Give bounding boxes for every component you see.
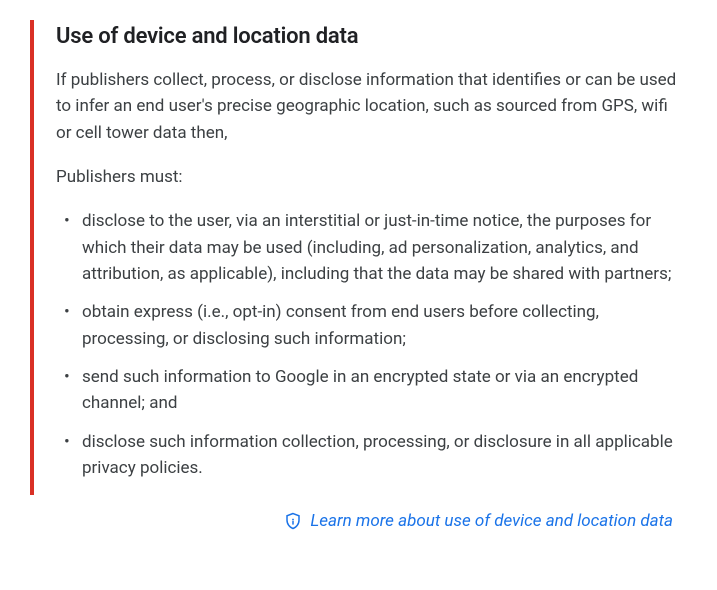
list-item: obtain express (i.e., opt-in) consent fr… <box>62 299 677 352</box>
learn-more-row: Learn more about use of device and locat… <box>30 511 677 531</box>
learn-more-link[interactable]: Learn more about use of device and locat… <box>310 511 673 531</box>
list-item: send such information to Google in an en… <box>62 364 677 417</box>
list-item: disclose to the user, via an interstitia… <box>62 208 677 287</box>
shield-icon <box>284 512 302 530</box>
policy-section: Use of device and location data If publi… <box>30 20 677 495</box>
list-item: disclose such information collection, pr… <box>62 429 677 482</box>
requirements-list: disclose to the user, via an interstitia… <box>56 208 677 481</box>
section-heading: Use of device and location data <box>56 24 677 49</box>
lead-in-text: Publishers must: <box>56 164 677 190</box>
intro-paragraph: If publishers collect, process, or discl… <box>56 67 677 146</box>
